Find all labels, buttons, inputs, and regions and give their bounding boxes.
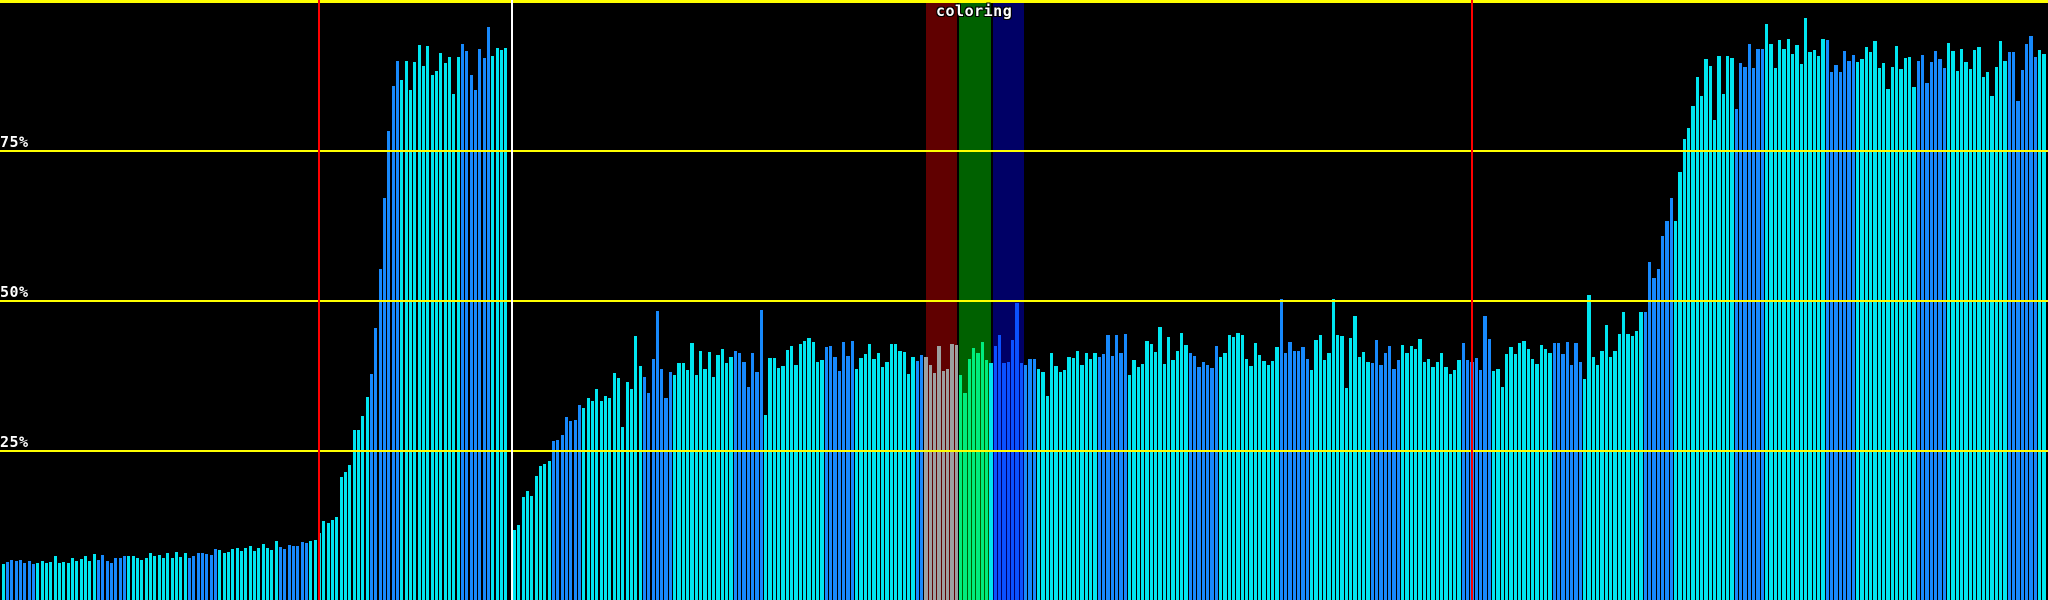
y-axis-label-75: 75% (0, 133, 29, 151)
markers-layer (0, 0, 2048, 600)
performance-bar-graph: 75% 50% 25% coloring (0, 0, 2048, 600)
y-axis-label-50: 50% (0, 283, 29, 301)
red-marker-line-1 (318, 0, 320, 600)
red-marker-line-2 (1471, 0, 1473, 600)
white-cursor-line (510, 0, 513, 600)
y-axis-label-25: 25% (0, 433, 29, 451)
chart-title: coloring (936, 2, 1013, 20)
